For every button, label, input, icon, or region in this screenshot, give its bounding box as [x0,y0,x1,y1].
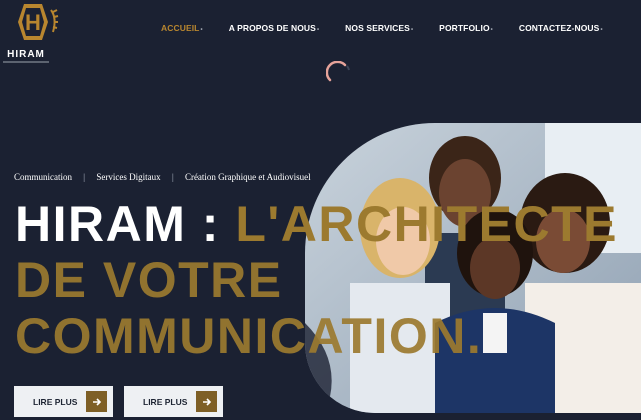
spinner-icon [326,61,350,82]
nav-item-services[interactable]: NOS SERVICES• [345,23,413,33]
nav-item-a-propos[interactable]: A PROPOS DE NOUS• [229,23,319,33]
logo-monogram: H [25,10,41,35]
tag-separator: | [83,172,86,182]
nav-item-contact[interactable]: CONTACTEZ-NOUS• [519,23,603,33]
main-nav: ACCUEIL• A PROPOS DE NOUS• NOS SERVICES•… [161,23,603,33]
tag-creation-graphique: Création Graphique et Audiovisuel [184,172,311,182]
read-more-button-1[interactable]: LIRE PLUS [14,386,113,417]
headline-line2: DE VOTRE [15,252,283,308]
tag-services-digitaux: Services Digitaux [96,172,161,182]
logo-tagline-bar [3,61,49,63]
button-label: LIRE PLUS [33,396,78,407]
tag-separator: | [171,172,174,182]
button-label: LIRE PLUS [143,396,188,407]
arrow-right-icon [86,391,107,412]
logo[interactable]: H HIRAM [2,2,64,64]
headline-architecte: L'ARCHITECTE [235,196,618,252]
headline-line3: COMMUNICATION. [15,308,483,364]
read-more-button-2[interactable]: LIRE PLUS [124,386,223,417]
tag-communication: Communication [14,172,72,182]
headline-brand: HIRAM : [15,196,236,252]
logo-wordmark: HIRAM [7,49,45,60]
arrow-right-icon [196,391,217,412]
nav-item-accueil[interactable]: ACCUEIL• [161,23,203,33]
service-tags: Communication | Services Digitaux | Créa… [14,172,311,182]
nav-item-portfolio[interactable]: PORTFOLIO• [439,23,493,33]
hero-headline: HIRAM : L'ARCHITECTE DE VOTRE COMMUNICAT… [15,196,641,364]
